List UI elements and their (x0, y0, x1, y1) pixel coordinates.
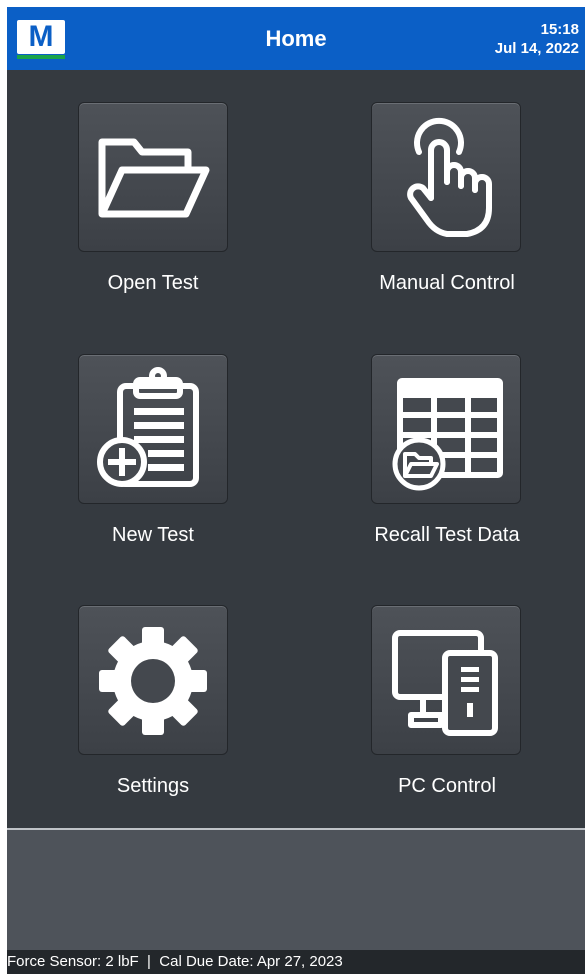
clock: 15:18 Jul 14, 2022 (495, 20, 579, 58)
clock-date: Jul 14, 2022 (494, 40, 579, 57)
pc-control-button[interactable] (371, 605, 521, 755)
home-grid: Open Test Manual Control New Test Recall… (7, 70, 585, 828)
clipboard-add-icon (97, 367, 199, 487)
recall-test-data-button[interactable] (371, 354, 521, 504)
manual-control-button[interactable] (371, 102, 521, 252)
manual-control-label: Manual Control (379, 272, 515, 294)
table-folder-icon (392, 378, 503, 491)
lower-panel (7, 830, 585, 950)
new-test-label: New Test (112, 524, 194, 546)
hand-pointer-icon (407, 117, 492, 237)
open-test-button[interactable] (78, 102, 228, 252)
clock-time: 15:18 (540, 21, 579, 38)
folder-open-icon (98, 138, 210, 218)
logo-underline (17, 55, 65, 59)
recall-test-data-label: Recall Test Data (374, 524, 520, 546)
open-test-label: Open Test (107, 272, 199, 294)
gear-icon (99, 627, 207, 735)
new-test-button[interactable] (78, 354, 228, 504)
top-bar: M Home 15:18 Jul 14, 2022 (7, 7, 585, 70)
status-bar: Force Sensor: 2 lbF | Cal Due Date: Apr … (7, 950, 585, 974)
settings-button[interactable] (78, 605, 228, 755)
settings-label: Settings (116, 775, 190, 797)
pc-control-label: PC Control (398, 775, 496, 797)
computer-icon (392, 630, 498, 736)
